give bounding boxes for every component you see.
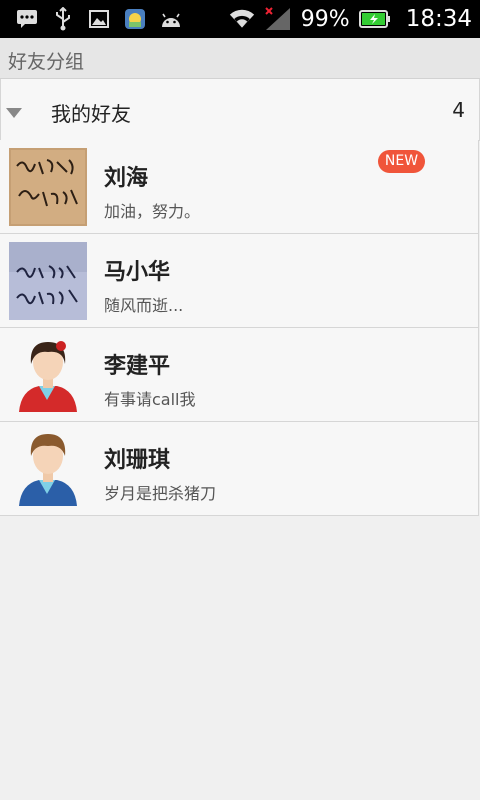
male-person-icon — [9, 430, 87, 508]
wifi-icon — [229, 6, 255, 32]
friend-list: 刘海 加油，努力。 NEW 马小华 随风而逝... 李建平 有事请call我 刘… — [0, 140, 479, 516]
avatar — [9, 148, 87, 226]
clock: 18:34 — [405, 6, 472, 32]
section-title: 好友分组 — [8, 51, 85, 73]
expand-arrow-icon — [5, 104, 23, 118]
group-count: 4 — [452, 98, 465, 122]
friend-signature: 加油，努力。 — [104, 202, 201, 221]
app-icon — [122, 6, 148, 32]
group-header[interactable]: 我的好友 4 — [0, 79, 480, 141]
message-icon — [14, 6, 40, 32]
battery-charging-icon — [358, 6, 392, 32]
friend-name: 刘海 — [104, 166, 149, 191]
friend-item[interactable]: 刘珊琪 岁月是把杀猪刀 — [0, 422, 479, 516]
image-icon — [86, 6, 112, 32]
signal-icon — [263, 6, 293, 32]
notification-icons — [14, 6, 184, 32]
friend-item[interactable]: 马小华 随风而逝... — [0, 234, 479, 328]
battery-percent: 99% — [300, 6, 350, 32]
friend-signature: 有事请call我 — [104, 390, 196, 409]
friend-name: 李建平 — [104, 354, 171, 379]
usb-icon — [50, 6, 76, 32]
android-icon — [158, 6, 184, 32]
section-header: 好友分组 — [0, 38, 480, 79]
group-name: 我的好友 — [51, 102, 131, 126]
status-bar: 99% 18:34 — [0, 0, 480, 38]
new-badge: NEW — [378, 150, 425, 173]
friend-signature: 随风而逝... — [104, 296, 184, 315]
system-status: 99% 18:34 — [229, 0, 472, 38]
friend-item[interactable]: 李建平 有事请call我 — [0, 328, 479, 422]
friend-name: 马小华 — [104, 260, 171, 285]
female-person-icon — [9, 336, 87, 414]
friend-item[interactable]: 刘海 加油，努力。 NEW — [0, 140, 479, 234]
friend-signature: 岁月是把杀猪刀 — [104, 484, 217, 503]
friend-name: 刘珊琪 — [104, 448, 171, 473]
avatar — [9, 242, 87, 320]
